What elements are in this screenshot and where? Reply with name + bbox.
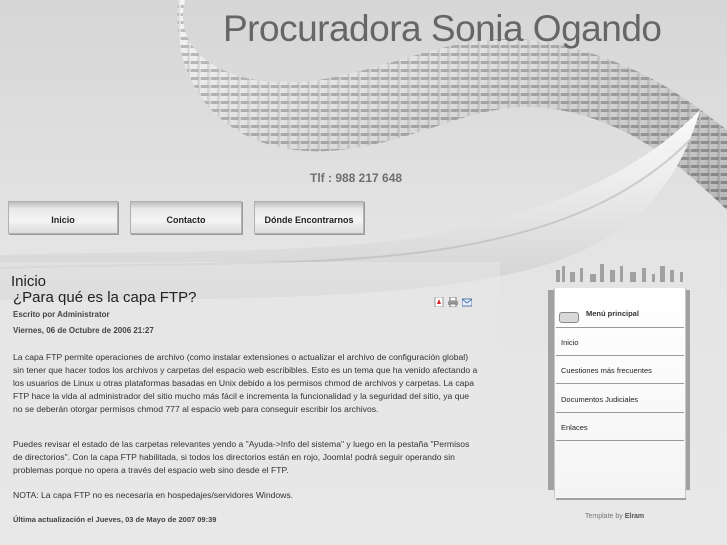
article-paragraph-2: Puedes revisar el estado de las carpetas… (13, 439, 470, 475)
article-author: Escrito por Administrator (13, 310, 110, 319)
nav-contacto-button[interactable]: Contacto (130, 201, 242, 234)
template-credit: Template by Elram (585, 513, 644, 520)
article-tools (434, 292, 473, 308)
article-paragraph-1: La capa FTP permite operaciones de archi… (13, 352, 478, 414)
menu-divider (556, 383, 684, 384)
phone-number: Tlf : 988 217 648 (310, 171, 403, 185)
sidebar-item-inicio[interactable]: Inicio (561, 338, 579, 347)
credit-name[interactable]: Elram (625, 513, 644, 520)
sidebar-item-cuestiones[interactable]: Cuestiones más frecuentes (561, 366, 652, 375)
sidebar-item-documentos[interactable]: Documentos Judiciales (561, 395, 638, 404)
menu-title: Menú principal (586, 309, 639, 318)
menu-divider (556, 440, 684, 441)
credit-prefix: Template by (585, 513, 623, 520)
email-icon[interactable] (461, 292, 473, 307)
menu-tab-icon (559, 312, 579, 323)
page-heading: Inicio (11, 273, 47, 290)
nav-inicio-button[interactable]: Inicio (8, 201, 118, 234)
sidebar-item-enlaces[interactable]: Enlaces (561, 423, 588, 432)
article-title[interactable]: ¿Para qué es la capa FTP? (13, 289, 196, 306)
article-paragraph-3: NOTA: La capa FTP no es necesaria en hos… (13, 490, 294, 500)
nav-donde-encontrarnos-button[interactable]: Dónde Encontrarnos (254, 201, 364, 234)
site-title: Procuradora Sonia Ogando (223, 8, 662, 49)
menu-divider (556, 412, 684, 413)
article-date: Viernes, 06 de Octubre de 2006 21:27 (13, 326, 154, 335)
last-updated: Última actualización el Jueves, 03 de Ma… (13, 515, 217, 524)
print-icon[interactable] (448, 292, 458, 308)
pdf-icon[interactable] (434, 292, 444, 308)
menu-divider (556, 355, 684, 356)
menu-divider (556, 327, 684, 328)
